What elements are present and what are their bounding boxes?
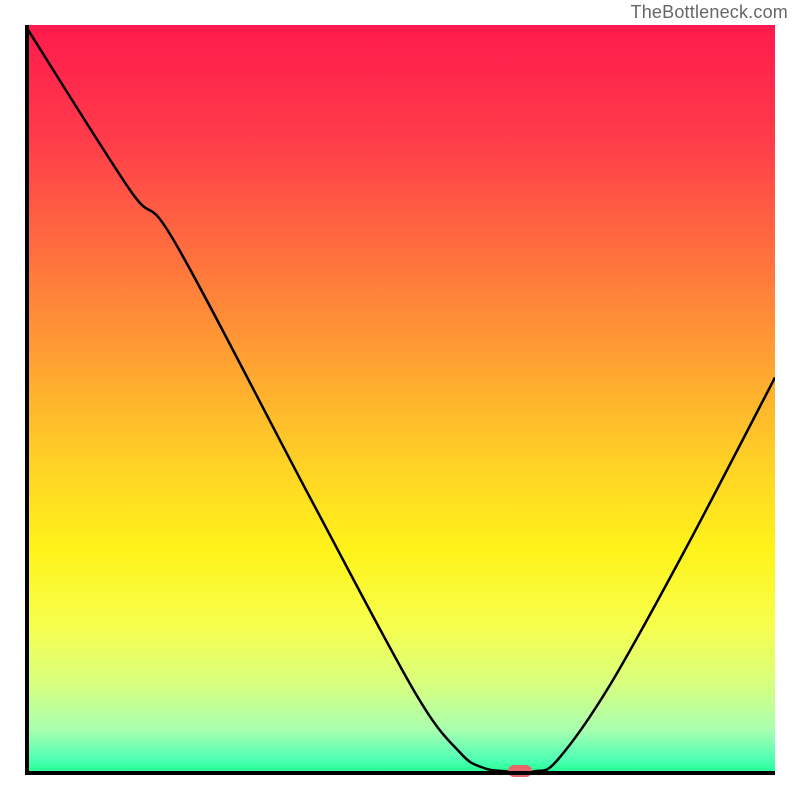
x-axis	[25, 771, 775, 775]
plot-area	[25, 25, 775, 775]
curve-layer	[25, 25, 775, 775]
watermark-text: TheBottleneck.com	[631, 2, 788, 23]
bottleneck-curve	[25, 25, 775, 772]
y-axis	[25, 25, 29, 775]
